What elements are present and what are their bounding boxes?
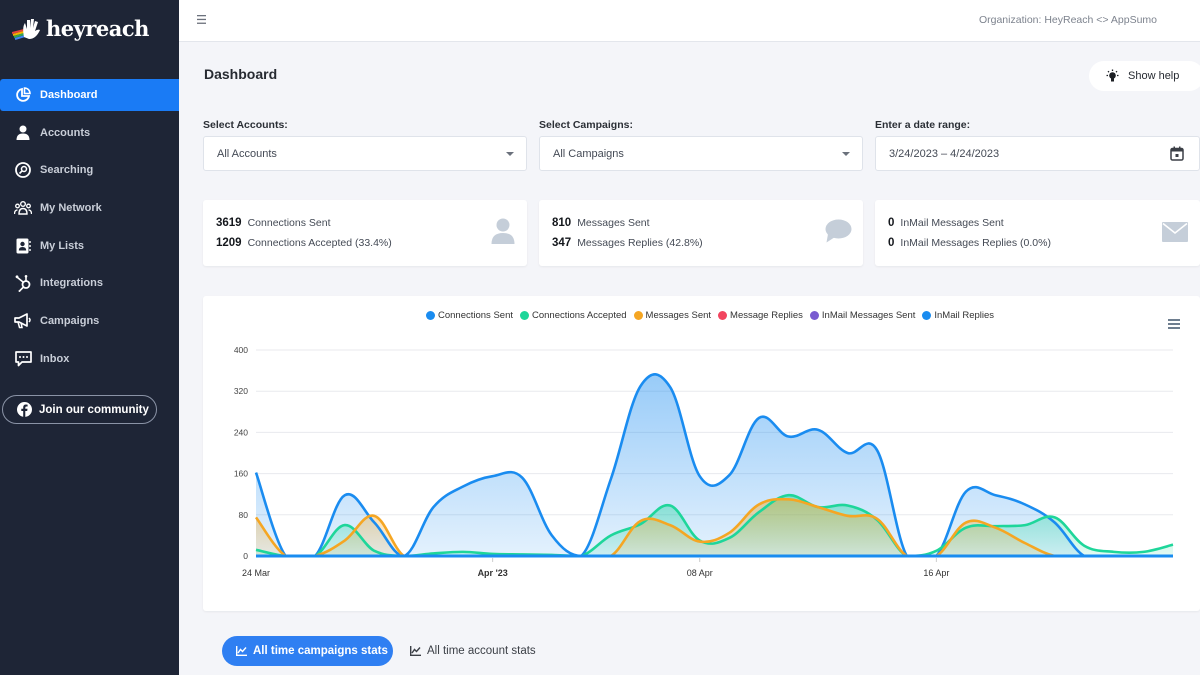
- sidebar-item-label: Searching: [40, 164, 94, 177]
- sidebar-item-my-lists[interactable]: My Lists: [0, 230, 179, 262]
- sidebar-item-label: My Lists: [40, 239, 85, 252]
- inmail-stat-card: 0 InMail Messages Sent 0 InMail Messages R…: [875, 200, 1200, 266]
- search-icon: [14, 161, 32, 179]
- accounts-select[interactable]: All Accounts: [203, 136, 527, 171]
- stat-label: Connections Accepted (33.4%): [247, 237, 392, 249]
- campaigns-filter-label: Select Campaigns:: [539, 119, 633, 131]
- megaphone-icon: [14, 312, 32, 330]
- y-tick-label: 240: [234, 427, 248, 437]
- sidebar-item-label: My Network: [40, 202, 102, 215]
- x-tick-label: Apr '23: [478, 568, 508, 578]
- speech-bubble-icon: [825, 219, 852, 243]
- x-tick-label: 16 Apr: [923, 568, 949, 578]
- sidebar-item-label: Inbox: [40, 352, 70, 365]
- stat-value: 810: [552, 217, 572, 229]
- all-time-campaigns-stats-button[interactable]: All time campaigns stats: [222, 636, 393, 666]
- stat-label: Messages Sent: [577, 217, 650, 229]
- stat-value: 0: [888, 237, 895, 249]
- hamburger-menu-icon[interactable]: [197, 15, 206, 24]
- topbar: Organization: HeyReach <> AppSumo: [179, 0, 1200, 42]
- pie-chart-icon: [14, 86, 32, 104]
- join-community-button[interactable]: Join our community: [2, 395, 157, 424]
- line-chart-icon: [236, 646, 247, 656]
- envelope-icon: [1162, 222, 1188, 242]
- sidebar-item-searching[interactable]: Searching: [0, 154, 179, 186]
- y-tick-label: 400: [234, 345, 248, 355]
- y-tick-label: 0: [243, 551, 248, 561]
- stat-value: 3619: [216, 217, 242, 229]
- y-tick-label: 320: [234, 386, 248, 396]
- sidebar-item-accounts[interactable]: Accounts: [0, 117, 179, 149]
- user-icon: [14, 124, 32, 142]
- sidebar-item-dashboard[interactable]: Dashboard: [0, 79, 179, 111]
- stat-value: 347: [552, 237, 572, 249]
- account-stats-label: All time account stats: [427, 645, 536, 657]
- messages-stat-card: 810 Messages Sent 347 Messages Replies (42…: [539, 200, 863, 266]
- calendar-icon[interactable]: [1170, 146, 1184, 161]
- date-range-value: 3/24/2023 – 4/24/2023: [889, 147, 1000, 160]
- campaigns-select-value: All Campaigns: [553, 147, 624, 160]
- sidebar-item-campaigns[interactable]: Campaigns: [0, 305, 179, 337]
- y-tick-label: 80: [239, 510, 249, 520]
- contact-book-icon: [14, 237, 32, 255]
- sidebar-item-label: Integrations: [40, 277, 103, 290]
- hubspot-icon: [14, 274, 32, 293]
- show-help-label: Show help: [1128, 70, 1180, 82]
- sidebar-item-integrations[interactable]: Integrations: [0, 267, 179, 299]
- stat-value: 1209: [216, 237, 242, 249]
- campaigns-select[interactable]: All Campaigns: [539, 136, 863, 171]
- join-community-label: Join our community: [39, 403, 149, 416]
- sidebar-item-label: Campaigns: [40, 315, 100, 328]
- activity-chart: 0 80 160 240 320 400 24 Mar Apr '23 08 Apr 16 Apr: [234, 345, 1174, 578]
- x-tick-label: 08 Apr: [687, 568, 713, 578]
- date-range-label: Enter a date range:: [875, 119, 971, 131]
- activity-chart-card: Connections Sent Connections Accepted Mess…: [203, 296, 1200, 611]
- connections-stat-card: 3619 Connections Sent 1209 Connections Acc…: [203, 200, 527, 266]
- brand-name: heyreach: [46, 16, 149, 41]
- sidebar-nav: Dashboard Accounts Searching My Network …: [0, 79, 179, 381]
- logo[interactable]: heyreach: [12, 16, 149, 41]
- date-range-input[interactable]: 3/24/2023 – 4/24/2023: [875, 136, 1200, 171]
- accounts-select-value: All Accounts: [217, 147, 277, 160]
- chevron-down-icon: [842, 152, 850, 156]
- sidebar-item-inbox[interactable]: Inbox: [0, 343, 179, 375]
- page-title: Dashboard: [204, 66, 278, 82]
- facebook-icon: [17, 402, 32, 417]
- y-tick-label: 160: [234, 469, 248, 479]
- waving-hand-icon: [12, 18, 40, 40]
- sidebar-item-my-network[interactable]: My Network: [0, 192, 179, 224]
- stat-label: InMail Messages Replies (0.0%): [900, 237, 1051, 249]
- stat-label: Connections Sent: [247, 217, 331, 229]
- sidebar-item-label: Accounts: [40, 126, 91, 139]
- accounts-filter-label: Select Accounts:: [203, 119, 288, 131]
- all-time-account-stats-button[interactable]: All time account stats: [410, 636, 536, 666]
- line-chart-icon: [410, 646, 421, 656]
- stat-value: 0: [888, 217, 895, 229]
- sidebar-item-label: Dashboard: [40, 89, 98, 101]
- stat-label: Messages Replies (42.8%): [577, 237, 703, 249]
- user-icon: [491, 218, 515, 244]
- network-icon: [14, 199, 32, 217]
- organization-label: Organization: HeyReach <> AppSumo: [978, 14, 1157, 26]
- sidebar: heyreach Dashboard Accounts Searching My…: [0, 0, 179, 675]
- chat-icon: [14, 350, 32, 368]
- show-help-button[interactable]: Show help: [1089, 61, 1200, 91]
- chevron-down-icon: [506, 152, 514, 156]
- stat-label: InMail Messages Sent: [900, 217, 1004, 229]
- campaigns-stats-label: All time campaigns stats: [253, 645, 388, 657]
- x-tick-label: 24 Mar: [242, 568, 270, 578]
- lightbulb-icon: [1106, 69, 1119, 81]
